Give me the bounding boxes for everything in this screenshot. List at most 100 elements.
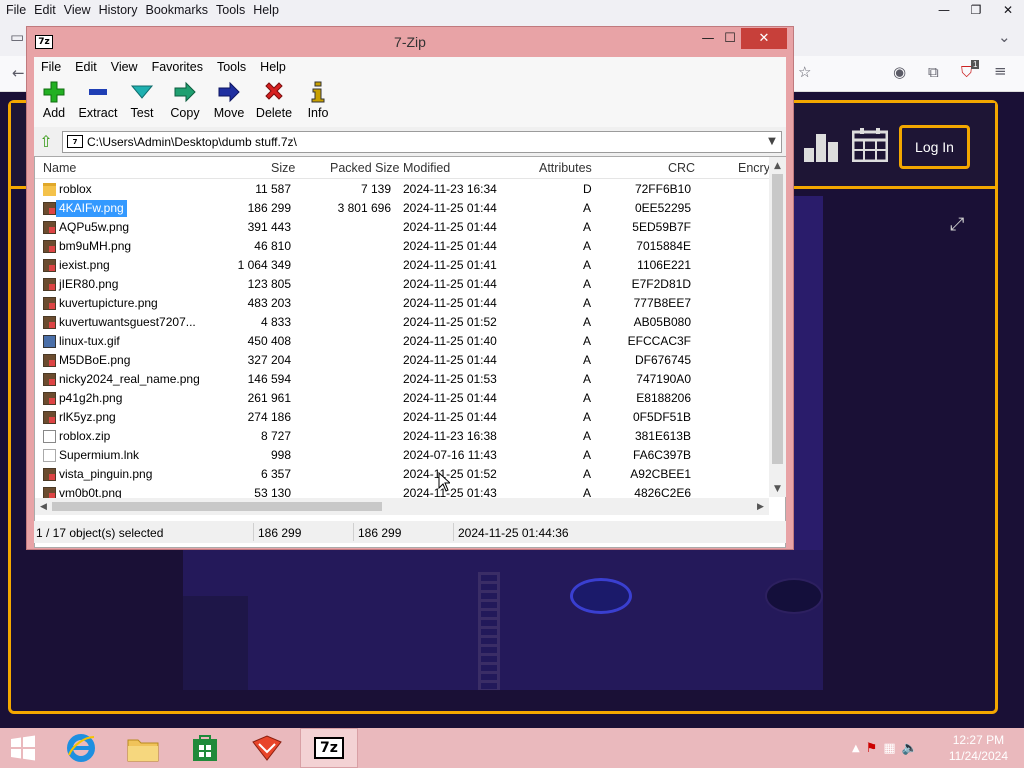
file-row[interactable]: 4KAIFw.png 186 299 3 801 696 2024-11-25 01:… (35, 199, 769, 218)
file-crc: EFCCAC3F (627, 334, 691, 348)
scroll-down-icon[interactable]: ▼ (769, 480, 786, 497)
file-packed-size: 7 139 (360, 182, 391, 196)
login-button[interactable]: Log In (899, 125, 970, 169)
browser-menu-file[interactable]: File (2, 3, 30, 17)
account-icon[interactable]: ◉ (893, 63, 906, 81)
taskbar-7zip[interactable]: 7z (300, 728, 358, 768)
file-row[interactable]: vm0b0t.png 53 130 2024-11-25 01:43 A 4826C2E… (35, 484, 769, 498)
file-name: bm9uMH.png (59, 239, 132, 253)
page-scrollbar[interactable] (1008, 92, 1024, 728)
browser-menu-history[interactable]: History (95, 3, 142, 17)
file-row[interactable]: vista_pinguin.png 6 357 2024-11-25 01:52 A A… (35, 465, 769, 484)
taskbar-browser[interactable] (238, 728, 296, 768)
menu-edit[interactable]: Edit (68, 60, 104, 74)
close-icon[interactable]: ✕ (992, 0, 1024, 20)
column-crc[interactable]: CRC (668, 161, 695, 175)
file-row[interactable]: roblox 11 587 7 139 2024-11-23 16:34 D 72FF6B… (35, 180, 769, 199)
file-row[interactable]: AQPu5w.png 391 443 2024-11-25 01:44 A 5ED59B… (35, 218, 769, 237)
scroll-left-icon[interactable]: ◀ (35, 498, 52, 515)
browser-menu-help[interactable]: Help (249, 3, 283, 17)
file-row[interactable]: kuvertupicture.png 483 203 2024-11-25 01:4… (35, 294, 769, 313)
file-crc: 4826C2E6 (634, 486, 691, 498)
copy-button[interactable]: Copy (164, 77, 206, 127)
calendar-icon[interactable] (852, 128, 888, 162)
list-all-tabs-icon[interactable]: ⌄ (998, 28, 1011, 46)
taskbar-internet-explorer[interactable] (52, 728, 110, 768)
bookmark-star-icon[interactable]: ☆ (798, 63, 811, 81)
file-crc: 0F5DF51B (632, 410, 691, 424)
file-row[interactable]: iexist.png 1 064 349 2024-11-25 01:41 A 1106… (35, 256, 769, 275)
file-crc: 0EE52295 (634, 201, 691, 215)
delete-button[interactable]: Delete (252, 77, 296, 127)
fullscreen-icon[interactable]: ⤢ (950, 214, 974, 236)
menu-file[interactable]: File (34, 60, 68, 74)
start-button[interactable] (0, 728, 46, 768)
scroll-right-icon[interactable]: ▶ (752, 498, 769, 515)
menu-tools[interactable]: Tools (210, 60, 253, 74)
file-row[interactable]: roblox.zip 8 727 2024-11-23 16:38 A 381E613B (35, 427, 769, 446)
file-row[interactable]: linux-tux.gif 450 408 2024-11-25 01:40 A EFC… (35, 332, 769, 351)
menu-favorites[interactable]: Favorites (145, 60, 210, 74)
file-name: roblox (59, 182, 92, 196)
menu-help[interactable]: Help (253, 60, 293, 74)
browser-menu-view[interactable]: View (60, 3, 95, 17)
volume-icon[interactable]: 🔈 (902, 741, 918, 756)
browser-menu-edit[interactable]: Edit (30, 3, 60, 17)
file-row[interactable]: rlK5yz.png 274 186 2024-11-25 01:44 A 0F5DF5… (35, 408, 769, 427)
back-icon[interactable]: ← (12, 64, 25, 82)
tab-overview-icon[interactable]: ▭ (10, 28, 24, 46)
info-button[interactable]: Info (298, 77, 338, 127)
column-packed-size[interactable]: Packed Size (330, 161, 399, 175)
add-label: Add (42, 106, 66, 120)
file-attributes: A (583, 239, 592, 253)
maximize-icon[interactable]: ☐ (717, 27, 743, 49)
hscroll-thumb[interactable] (52, 502, 382, 511)
test-button[interactable]: Test (122, 77, 162, 127)
scroll-thumb[interactable] (772, 174, 783, 464)
up-folder-icon[interactable]: ⇧ (34, 131, 58, 153)
scroll-up-icon[interactable]: ▲ (769, 157, 786, 174)
column-modified[interactable]: Modified (403, 161, 450, 175)
restore-icon[interactable]: ❐ (960, 0, 992, 20)
tray-expand-icon[interactable]: ▲ (852, 743, 860, 754)
delete-icon (265, 82, 283, 100)
column-name[interactable]: Name (43, 161, 76, 175)
file-row[interactable]: bm9uMH.png 46 810 2024-11-25 01:44 A 7015884… (35, 237, 769, 256)
add-button[interactable]: Add (34, 77, 74, 127)
network-icon[interactable]: ▦ (883, 741, 895, 756)
extract-button[interactable]: Extract (76, 77, 120, 127)
column-encrypted[interactable]: Encry (738, 161, 770, 175)
file-size: 274 186 (247, 410, 291, 424)
file-list: Name Size Packed Size Modified Attribute… (34, 156, 786, 548)
leaderboard-icon[interactable] (804, 130, 840, 162)
vertical-scrollbar[interactable]: ▲ ▼ (769, 157, 786, 497)
menu-hamburger-icon[interactable]: ≡ (994, 62, 1007, 80)
file-row[interactable]: p41g2h.png 261 961 2024-11-25 01:44 A E81882… (35, 389, 769, 408)
action-center-icon[interactable]: ⚑ (866, 741, 878, 756)
file-row[interactable]: M5DBoE.png 327 204 2024-11-25 01:44 A DF6767… (35, 351, 769, 370)
move-button[interactable]: Move (208, 77, 250, 127)
clock[interactable]: 12:27 PM 11/24/2024 (949, 732, 1008, 764)
png-icon (43, 373, 56, 386)
extensions-icon[interactable]: ⧉ (928, 63, 939, 81)
file-row[interactable]: jIER80.png 123 805 2024-11-25 01:44 A E7F2D8… (35, 275, 769, 294)
browser-menu-bookmarks[interactable]: Bookmarks (141, 3, 212, 17)
browser-menu-tools[interactable]: Tools (212, 3, 249, 17)
taskbar-store[interactable] (176, 728, 234, 768)
file-size: 261 961 (247, 391, 291, 405)
file-row[interactable]: kuvertuwantsguest7207... 4 833 2024-11-25 … (35, 313, 769, 332)
horizontal-scrollbar[interactable]: ◀ ▶ (35, 498, 769, 515)
close-button[interactable]: ✕ (741, 28, 787, 49)
taskbar-file-explorer[interactable] (114, 728, 172, 768)
status-packed: 186 299 (358, 526, 402, 540)
file-attributes: A (583, 258, 592, 272)
column-size[interactable]: Size (271, 161, 295, 175)
path-field[interactable]: 7 C:\Users\Admin\Desktop\dumb stuff.7z\ … (62, 130, 782, 153)
file-row[interactable]: nicky2024_real_name.png 146 594 2024-11-25… (35, 370, 769, 389)
column-attributes[interactable]: Attributes (539, 161, 592, 175)
file-row[interactable]: Supermium.lnk 998 2024-07-16 11:43 A FA6C397… (35, 446, 769, 465)
chevron-down-icon[interactable]: ▼ (763, 136, 781, 147)
menu-view[interactable]: View (104, 60, 145, 74)
minimize-icon[interactable]: — (928, 0, 960, 20)
file-name: vm0b0t.png (59, 486, 122, 498)
